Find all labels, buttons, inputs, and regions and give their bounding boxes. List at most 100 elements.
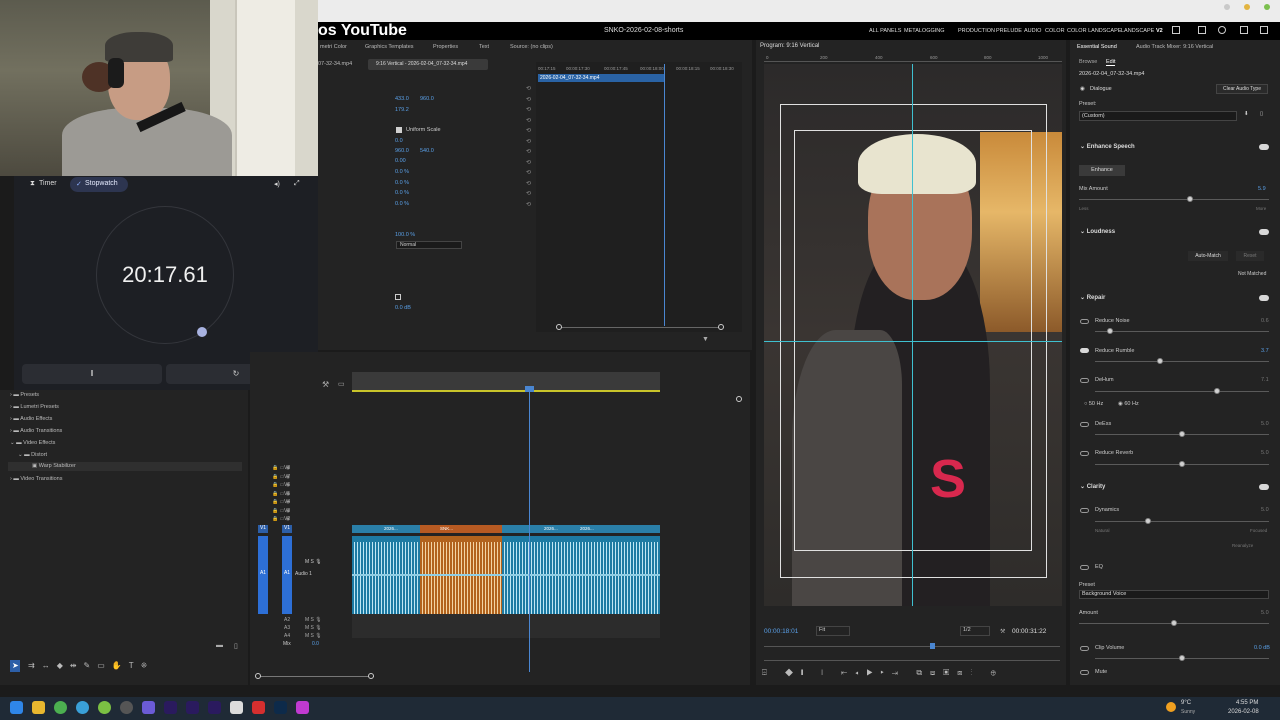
program-scrub-bar[interactable]	[764, 646, 1060, 647]
help-icon[interactable]	[1218, 26, 1226, 34]
reduce-noise-value[interactable]: 0.6	[1261, 318, 1269, 324]
wrench-settings-icon[interactable]: ⚒	[1000, 628, 1005, 635]
tree-audio-effects[interactable]: › ▬ Audio Effects	[10, 416, 52, 422]
tree-video-effects[interactable]: ⌄ ▬ Video Effects	[10, 440, 55, 446]
ws-landscape[interactable]: LANDSCAPE	[1121, 28, 1154, 34]
uniform-scale-checkbox[interactable]	[396, 127, 402, 133]
maximize-icon[interactable]	[1264, 4, 1270, 10]
reduce-noise-track[interactable]	[1095, 331, 1269, 332]
export-icon[interactable]	[1172, 26, 1180, 34]
program-transport-icons[interactable]: ⌹ ◆❙ ❘ ⇤◂▶▸⇥ ⧉⧈▣⧇⁝ ⊕	[762, 668, 1004, 678]
chrome-icon[interactable]	[54, 701, 67, 714]
mini-zoom-bar[interactable]	[558, 327, 722, 328]
repair-header[interactable]: ⌄ Repair	[1080, 294, 1105, 301]
filter-icon[interactable]: ▼	[702, 336, 709, 343]
app-green-icon[interactable]	[98, 701, 111, 714]
ws-color[interactable]: COLOR	[1045, 28, 1065, 34]
tree-video-transitions[interactable]: › ▬ Video Transitions	[10, 476, 62, 482]
selection-tool-icon[interactable]: ➤	[12, 661, 19, 670]
ws-all-panels[interactable]: ALL PANELS	[869, 28, 901, 34]
program-playhead[interactable]	[930, 643, 935, 649]
enhance-speech-toggle[interactable]	[1259, 144, 1269, 150]
speaker-icon[interactable]: ◂)	[274, 180, 280, 188]
repair-toggle[interactable]	[1259, 295, 1269, 301]
mix-amount-track[interactable]	[1079, 199, 1269, 200]
taskbar-date[interactable]: 2026-02-08	[1228, 709, 1259, 715]
video-clip-2[interactable]	[420, 525, 502, 533]
clip-volume-value[interactable]: 0.0 dB	[1254, 645, 1270, 651]
fit-select[interactable]: Fit	[816, 626, 850, 636]
clarity-toggle[interactable]	[1259, 484, 1269, 490]
tree-audio-transitions[interactable]: › ▬ Audio Transitions	[10, 428, 62, 434]
tab-audio-track-mixer[interactable]: Audio Track Mixer: 9:16 Vertical	[1136, 44, 1213, 50]
program-title[interactable]: Program: 9:16 Vertical	[760, 43, 819, 49]
capcut-icon[interactable]	[230, 701, 243, 714]
anchor-x-value[interactable]: 960.0	[395, 148, 409, 154]
share-icon[interactable]	[1198, 26, 1206, 34]
ws-v2[interactable]: V2	[1156, 28, 1163, 34]
dynamics-toggle[interactable]	[1080, 508, 1089, 513]
mix-value[interactable]: 0.0	[312, 641, 319, 647]
mix-amount-value[interactable]: 5.9	[1258, 186, 1266, 192]
reduce-reverb-toggle[interactable]	[1080, 451, 1089, 456]
tab-source[interactable]: Source: (no clips)	[510, 44, 553, 50]
window-dot-icon[interactable]	[1224, 4, 1230, 10]
weather-text[interactable]: Sunny	[1181, 709, 1195, 715]
timeline-zoom-end[interactable]	[368, 673, 374, 679]
reduce-noise-toggle[interactable]	[1080, 319, 1089, 324]
tab-timer[interactable]: Timer	[39, 180, 57, 187]
rotation-value[interactable]: 0.0	[395, 138, 403, 144]
save-preset-icon[interactable]: ⬇	[1244, 111, 1249, 117]
timeline-zoom-start[interactable]	[255, 673, 261, 679]
clip-volume-handle[interactable]	[1179, 655, 1185, 661]
mini-playhead[interactable]	[664, 64, 665, 326]
a1-target[interactable]: A1	[282, 536, 292, 614]
program-zoom-bar[interactable]	[764, 660, 1060, 661]
playhead-handle[interactable]	[525, 386, 534, 392]
eq-toggle[interactable]	[1080, 565, 1089, 570]
amount-handle[interactable]	[1171, 620, 1177, 626]
loudness-header[interactable]: ⌄ Loudness	[1080, 228, 1115, 235]
position-x-value[interactable]: 433.0	[395, 96, 409, 102]
bypass-checkbox[interactable]	[395, 294, 401, 300]
deess-value[interactable]: 5.0	[1261, 421, 1269, 427]
tree-lumetri-presets[interactable]: › ▬ Lumetri Presets	[10, 404, 59, 410]
anchor-y-value[interactable]: 540.0	[420, 148, 434, 154]
timer-icon[interactable]: ⧗	[30, 180, 35, 188]
enhance-button[interactable]: Enhance	[1079, 165, 1125, 176]
tree-presets[interactable]: › ▬ Presets	[10, 392, 39, 398]
tab-stopwatch[interactable]: Stopwatch	[85, 180, 118, 187]
tab-properties[interactable]: Properties	[433, 44, 458, 50]
loudness-toggle[interactable]	[1259, 229, 1269, 235]
edit-tab[interactable]: Edit	[1106, 59, 1116, 66]
new-folder-icon[interactable]: ▬	[216, 642, 223, 649]
delete-icon[interactable]: ▯	[234, 642, 238, 650]
expand-icon[interactable]: ⤢	[294, 180, 300, 188]
ws-prelude[interactable]: PRELUDE	[996, 28, 1022, 34]
volume-level-value[interactable]: 0.0 dB	[395, 305, 411, 311]
timeline-zoom-bar[interactable]	[258, 676, 374, 677]
clear-audio-type-button[interactable]: Clear Audio Type	[1216, 84, 1268, 94]
tab-lumetri-color[interactable]: metri Color	[320, 44, 347, 50]
tools-icons[interactable]: ⇉↔◆⇹✎▭✋T⁜	[28, 661, 154, 670]
keyframe-reset-icons[interactable]: ⟲ ⟲ ⟲ ⟲ ⟲ ⟲ ⟲ ⟲ ⟲ ⟲ ⟲ ⟲	[526, 84, 531, 210]
v1-target[interactable]: V1	[282, 525, 292, 533]
app-purple-icon[interactable]	[142, 701, 155, 714]
feedback-icon[interactable]	[1260, 26, 1268, 34]
app-pink-icon[interactable]	[296, 701, 309, 714]
edge-icon[interactable]	[76, 701, 89, 714]
browse-tab[interactable]: Browse	[1079, 59, 1097, 65]
hz60-radio[interactable]: ◉ 60 Hz	[1118, 401, 1139, 407]
master-clip-label[interactable]: 07-32-34.mp4	[318, 61, 352, 67]
auto-match-button[interactable]: Auto-Match	[1188, 251, 1228, 261]
mix-amount-handle[interactable]	[1187, 196, 1193, 202]
delete-preset-icon[interactable]: ▯	[1260, 111, 1263, 117]
mini-zoom-end-handle[interactable]	[718, 324, 724, 330]
tab-text[interactable]: Text	[479, 44, 489, 50]
timeline-ruler-work-area[interactable]	[352, 372, 660, 392]
dehum-track[interactable]	[1095, 391, 1269, 392]
hz50-radio[interactable]: ○ 50 Hz	[1084, 401, 1103, 407]
photoshop-icon[interactable]	[274, 701, 287, 714]
crop-top-value[interactable]: 0.0 %	[395, 180, 409, 186]
a1-controls[interactable]: M S 🎙	[305, 559, 322, 565]
